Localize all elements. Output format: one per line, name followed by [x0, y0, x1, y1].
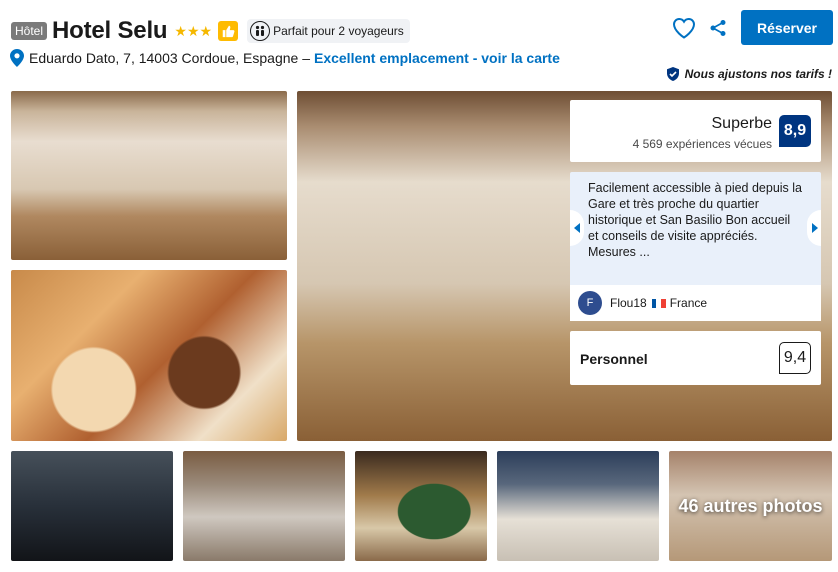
thumbs-up-icon [218, 21, 239, 41]
reviewer-country: France [669, 296, 708, 310]
travellers-badge: Parfait pour 2 voyageurs [247, 19, 410, 43]
star-icon: ★ [199, 23, 213, 39]
photo-breakfast-pastries[interactable] [11, 270, 287, 441]
chevron-right-icon [811, 223, 818, 233]
hotel-header: Hôtel Hotel Selu ★ ★ ★ Parfait pour 2 vo… [11, 15, 410, 47]
next-review-button[interactable] [807, 210, 821, 246]
header-actions: Réserver [667, 10, 833, 45]
star-icon: ★ [186, 23, 200, 39]
map-pin-icon [10, 49, 24, 67]
review-text: Facilement accessible à pied depuis la G… [588, 181, 803, 259]
staff-score-badge: 9,4 [779, 342, 811, 374]
photo-lobby-christmas-tree[interactable] [11, 91, 287, 260]
avatar: F [578, 291, 602, 315]
review-score-card[interactable]: Superbe 4 569 expériences vécues 8,9 [570, 100, 821, 162]
france-flag-icon [651, 298, 666, 308]
reserve-button[interactable]: Réserver [741, 10, 833, 45]
shield-check-icon [666, 67, 679, 81]
reviewer-name: Flou18 [610, 296, 647, 310]
photo-bedroom[interactable] [497, 451, 659, 561]
score-badge: 8,9 [779, 115, 811, 147]
hotel-name: Hotel Selu [52, 17, 168, 44]
photo-staircase-christmas[interactable] [355, 451, 487, 561]
hotel-type-tag: Hôtel [11, 22, 48, 40]
travellers-badge-label: Parfait pour 2 voyageurs [273, 24, 404, 38]
staff-score-card: Personnel 9,4 [570, 331, 821, 385]
score-word: Superbe [711, 115, 773, 132]
more-photos-tile[interactable]: 46 autres photos [669, 451, 832, 561]
staff-label: Personnel [580, 351, 648, 367]
price-match-label: Nous ajustons nos tarifs ! [684, 67, 832, 81]
star-icon: ★ [174, 23, 187, 39]
two-people-icon [250, 21, 271, 41]
previous-review-button[interactable] [570, 210, 584, 246]
view-map-link[interactable]: Excellent emplacement - voir la carte [314, 50, 560, 66]
favorite-button[interactable] [667, 11, 701, 45]
photo-reception[interactable] [183, 451, 345, 561]
heart-icon [672, 17, 696, 39]
chevron-left-icon [573, 223, 580, 233]
address-row: Eduardo Dato, 7, 14003 Cordoue, Espagne … [10, 49, 560, 67]
share-button[interactable] [701, 11, 735, 45]
more-photos-label: 46 autres photos [678, 496, 823, 516]
star-rating: ★ ★ ★ [174, 24, 212, 38]
review-author: F Flou18 France [570, 285, 821, 321]
review-count: 4 569 expériences vécues [632, 137, 772, 151]
hotel-address: Eduardo Dato, 7, 14003 Cordoue, Espagne … [29, 50, 310, 66]
share-icon [710, 19, 726, 36]
guest-review-card: Facilement accessible à pied depuis la G… [570, 172, 821, 321]
photo-gym[interactable] [11, 451, 173, 561]
price-match-note: Nous ajustons nos tarifs ! [666, 67, 832, 81]
